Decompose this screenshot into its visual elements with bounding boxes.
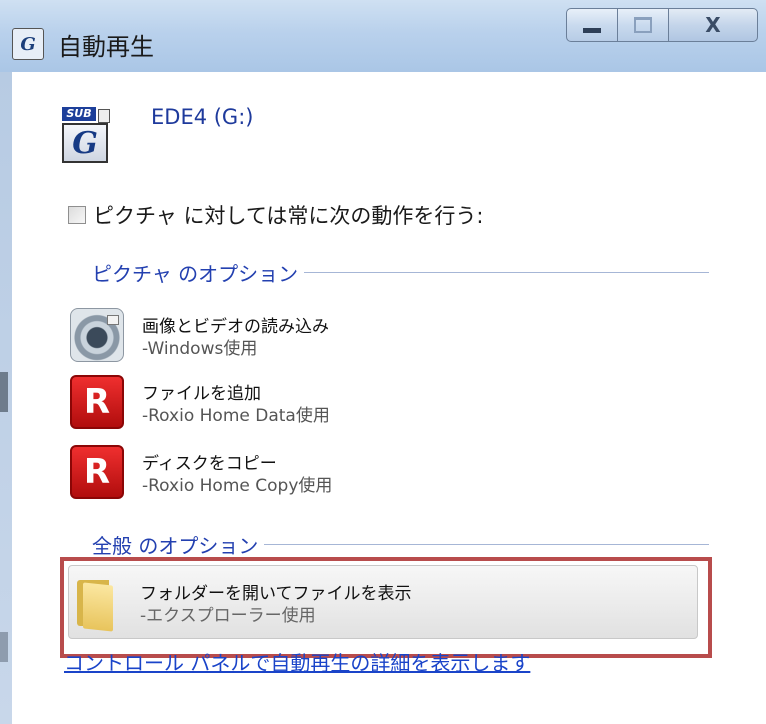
section-divider	[304, 272, 709, 273]
window-frame-left	[0, 72, 12, 724]
option-subtext: -Windows使用	[142, 339, 258, 359]
option-open-folder[interactable]: フォルダーを開いてファイルを表示 -エクスプローラー使用	[68, 565, 698, 639]
general-options-header: 全般 のオプション	[92, 530, 709, 559]
option-subtext: -Roxio Home Copy使用	[142, 476, 333, 496]
option-subtext: -エクスプローラー使用	[140, 606, 316, 626]
option-add-files[interactable]: R ファイルを追加 -Roxio Home Data使用	[70, 375, 570, 441]
minimize-icon	[583, 27, 601, 33]
roxio-icon: R	[70, 445, 124, 499]
close-button[interactable]: X	[668, 8, 758, 42]
drive-icon-badge: SUB	[62, 107, 96, 121]
autoplay-settings-link[interactable]: コントロール パネルで自動再生の詳細を表示します	[64, 647, 530, 676]
maximize-icon	[634, 17, 652, 33]
maximize-button[interactable]	[617, 8, 669, 42]
folder-icon	[77, 574, 121, 632]
device-name: EDE4 (G:)	[151, 105, 254, 129]
autoplay-app-icon: G	[12, 28, 44, 60]
close-icon: X	[705, 13, 721, 37]
drive-icon-letter: G	[62, 123, 108, 163]
window-controls: X	[566, 8, 758, 42]
minimize-button[interactable]	[566, 8, 618, 42]
general-options-label: 全般 のオプション	[92, 534, 259, 558]
option-import-pictures[interactable]: 画像とビデオの読み込み -Windows使用	[70, 308, 570, 374]
drive-icon: SUB G	[62, 107, 110, 167]
roxio-icon: R	[70, 375, 124, 429]
option-subtext: -Roxio Home Data使用	[142, 406, 330, 426]
dialog-content: SUB G EDE4 (G:) ピクチャ に対しては常に次の動作を行う: ピクチ…	[12, 72, 766, 724]
picture-options-label: ピクチャ のオプション	[92, 262, 299, 286]
always-do-label[interactable]: ピクチャ に対しては常に次の動作を行う:	[93, 200, 484, 230]
always-do-checkbox[interactable]	[68, 206, 86, 224]
option-copy-disc[interactable]: R ディスクをコピー -Roxio Home Copy使用	[70, 445, 570, 511]
title-bar: G 自動再生 X	[0, 0, 766, 73]
camera-icon	[70, 308, 124, 362]
section-divider	[264, 544, 709, 545]
window-title: 自動再生	[58, 33, 154, 61]
picture-options-header: ピクチャ のオプション	[92, 258, 709, 287]
